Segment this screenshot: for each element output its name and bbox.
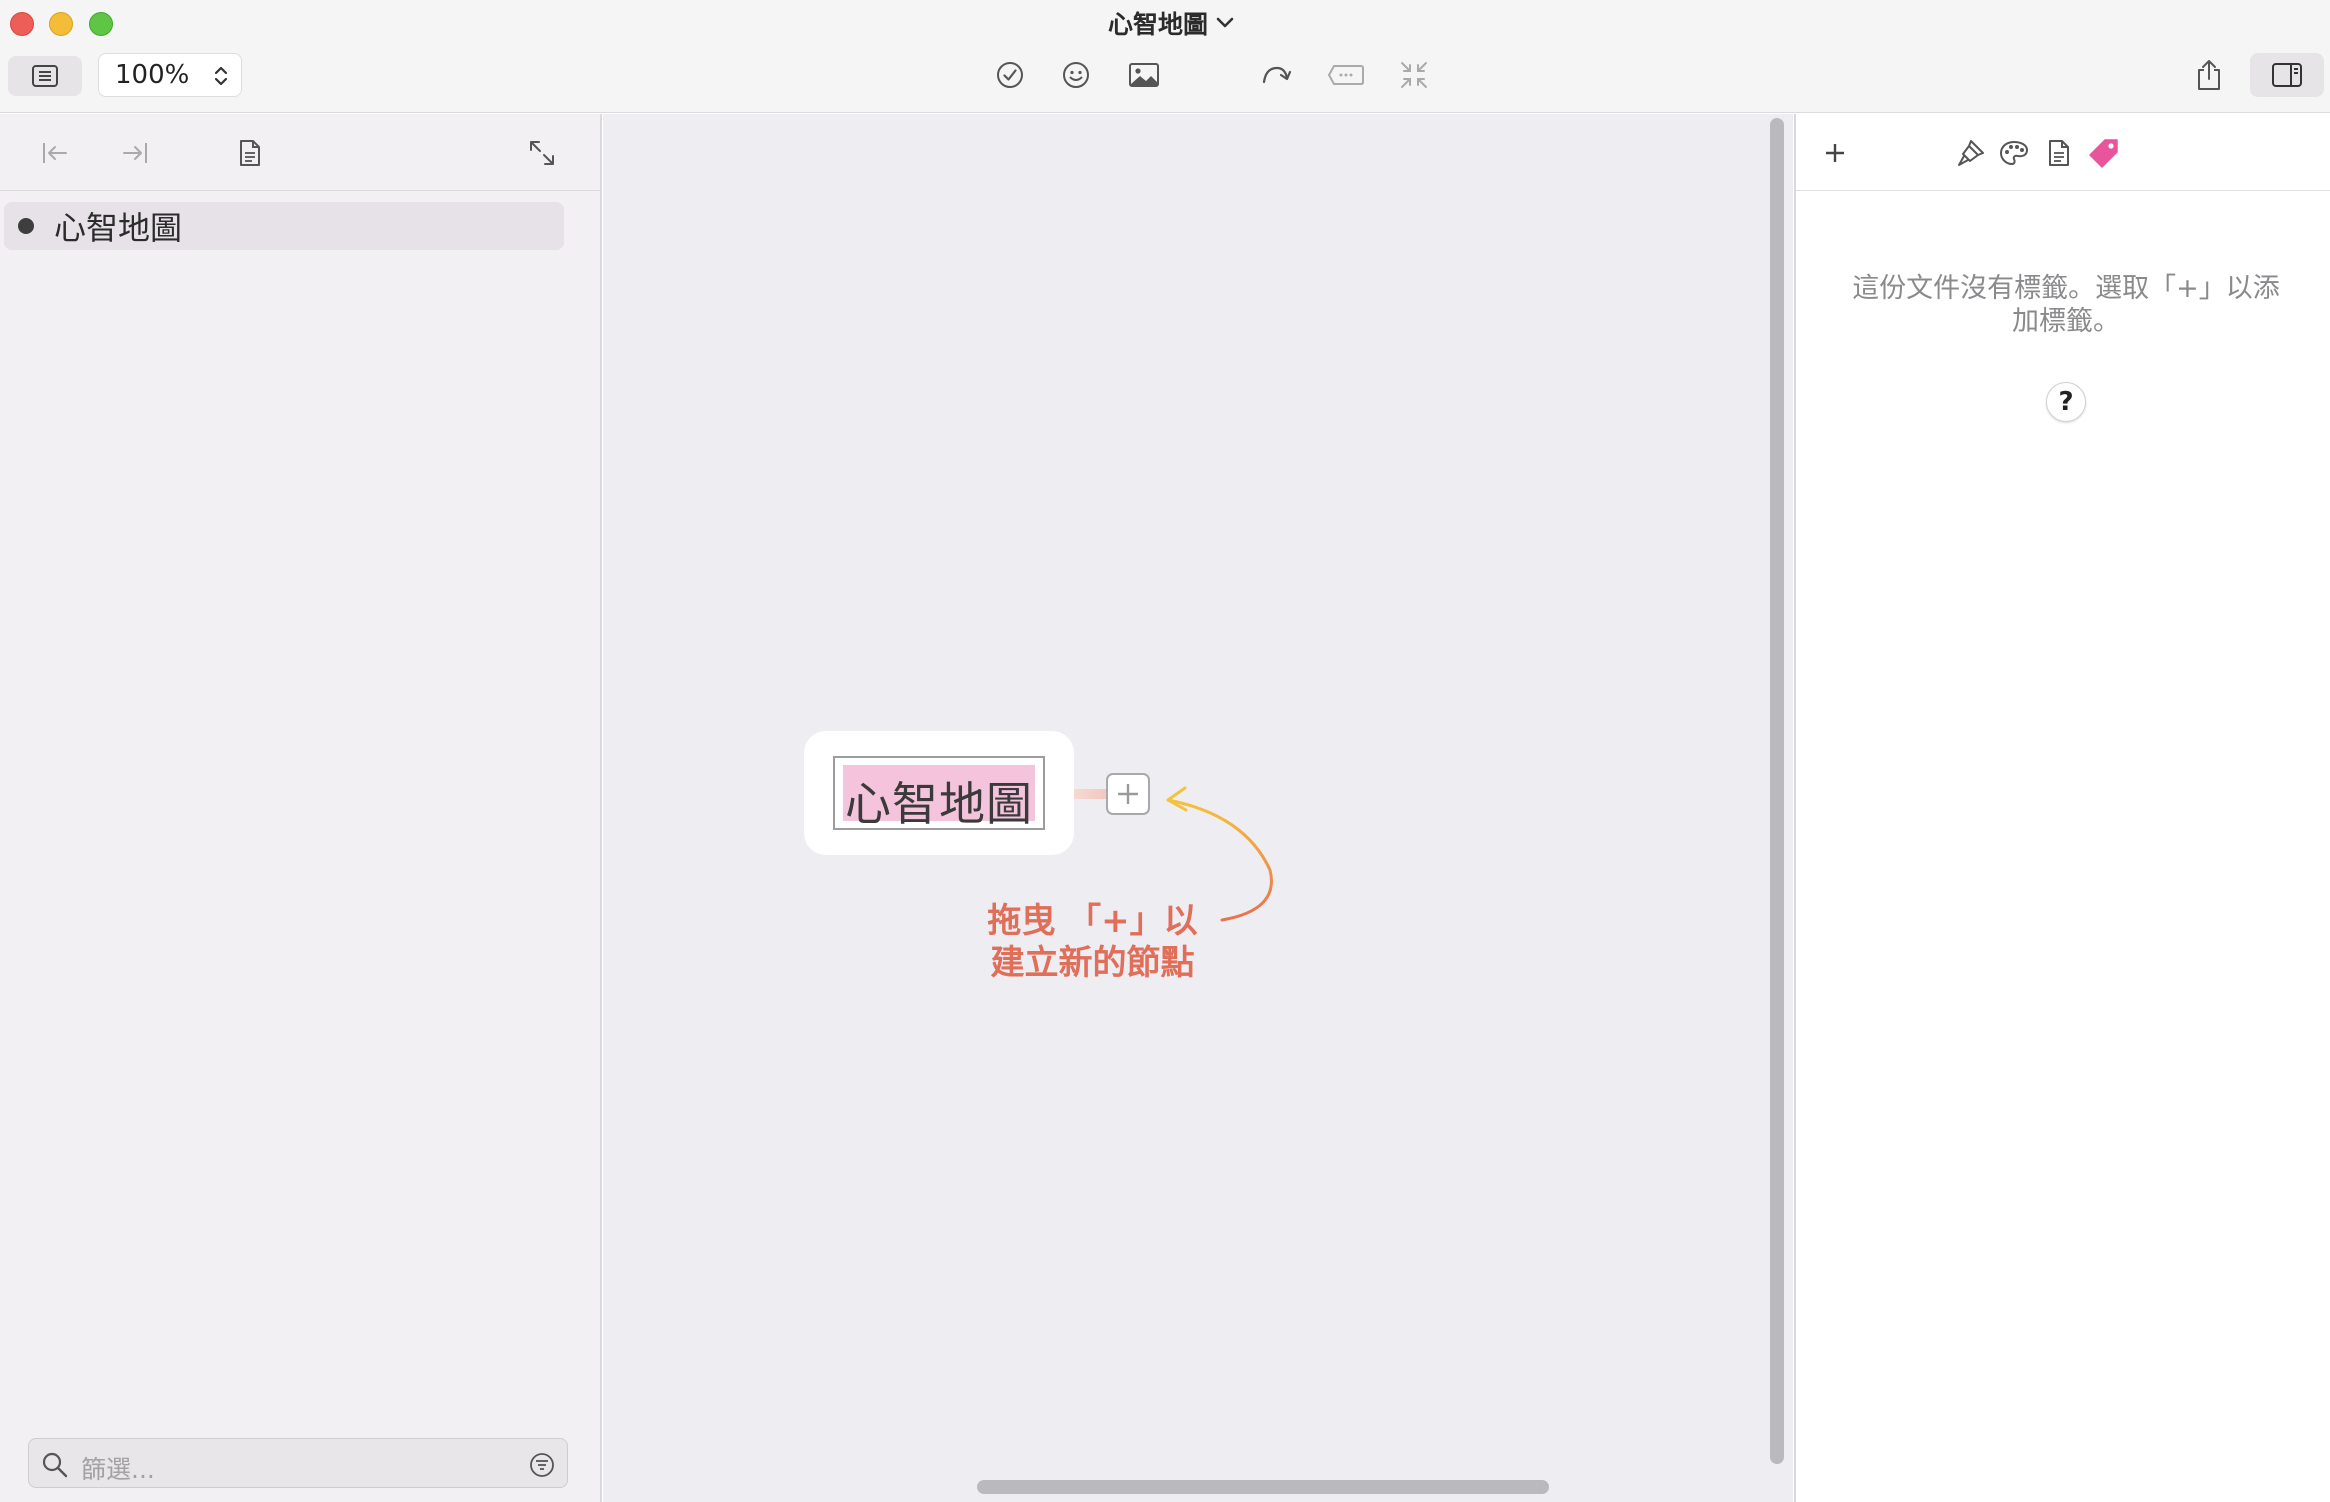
image-icon <box>1129 63 1159 87</box>
indent-icon <box>123 143 147 163</box>
plus-icon <box>1826 144 1844 162</box>
share-icon <box>2198 60 2220 90</box>
collapse-icon <box>1401 62 1427 88</box>
outline-view-icon <box>32 65 58 87</box>
outdent-button[interactable] <box>38 136 72 170</box>
tab-tags[interactable] <box>2087 136 2121 170</box>
search-icon <box>42 1452 68 1478</box>
close-window-button[interactable] <box>10 12 34 36</box>
relationship-button[interactable] <box>1258 58 1294 92</box>
callout-icon <box>1327 65 1364 85</box>
sidebar-panel-icon <box>2272 63 2302 87</box>
help-button[interactable]: ? <box>2046 382 2086 422</box>
maximize-window-button[interactable] <box>89 12 113 36</box>
title-bar: 心智地圖 100% <box>0 0 2330 113</box>
node-connector <box>1074 789 1106 799</box>
tag-icon <box>2089 139 2118 168</box>
root-node-label[interactable]: 心智地圖 <box>835 768 1043 834</box>
callout-button[interactable] <box>1326 58 1366 92</box>
redo-arrow-icon <box>1262 66 1292 84</box>
palette-icon <box>1999 140 2029 166</box>
filter-field[interactable]: 篩選... <box>28 1438 568 1488</box>
chevron-down-icon <box>1216 17 1234 28</box>
vertical-scrollbar[interactable] <box>1770 118 1784 1464</box>
outdent-icon <box>43 143 67 163</box>
expand-icon <box>530 141 554 165</box>
inspector-panel: 這份文件沒有標籤。選取「+」以添加標籤。 ? <box>1794 114 2330 1502</box>
zoom-value: 100% <box>115 60 190 90</box>
outline-view-button[interactable] <box>8 56 82 96</box>
stepper-arrows-icon[interactable] <box>213 64 229 88</box>
task-button[interactable] <box>993 58 1027 92</box>
share-button[interactable] <box>2192 56 2226 94</box>
sidebar-toolbar <box>0 114 600 191</box>
checkmark-circle-icon <box>997 62 1023 88</box>
zoom-stepper[interactable]: 100% <box>98 53 242 97</box>
no-tags-message: 這份文件沒有標籤。選取「+」以添加標籤。 <box>1852 273 2280 337</box>
smiley-icon <box>1063 62 1089 88</box>
notes-button[interactable] <box>233 136 267 170</box>
filter-placeholder: 篩選... <box>81 1455 155 1484</box>
emoji-button[interactable] <box>1059 58 1093 92</box>
indent-button[interactable] <box>118 136 152 170</box>
brush-icon <box>1958 140 1984 166</box>
document-icon <box>240 140 260 166</box>
add-tag-button[interactable] <box>1818 136 1852 170</box>
tab-style[interactable] <box>1954 136 1988 170</box>
add-node-button[interactable] <box>1106 773 1150 815</box>
filter-options-icon[interactable] <box>529 1452 555 1478</box>
toggle-inspector-button[interactable] <box>2250 53 2324 97</box>
image-button[interactable] <box>1126 58 1162 92</box>
outline-item-label: 心智地圖 <box>54 209 183 247</box>
document-icon <box>2049 140 2069 166</box>
horizontal-scrollbar[interactable] <box>977 1480 1549 1494</box>
hint-line-1: 拖曳 「+」以 <box>987 901 1198 941</box>
window-title-label: 心智地圖 <box>1108 10 1209 39</box>
tab-theme[interactable] <box>1997 136 2031 170</box>
minimize-window-button[interactable] <box>49 12 73 36</box>
outline-item[interactable]: 心智地圖 <box>4 202 564 250</box>
tab-document[interactable] <box>2042 136 2076 170</box>
expand-button[interactable] <box>525 136 559 170</box>
window-title[interactable]: 心智地圖 <box>1108 6 1234 40</box>
inspector-toolbar <box>1796 114 2330 191</box>
plus-icon <box>1118 784 1138 804</box>
collapse-button[interactable] <box>1396 58 1432 92</box>
outline-sidebar: 心智地圖 篩選... <box>0 114 602 1502</box>
drag-hint-text: 拖曳 「+」以 建立新的節點 <box>940 900 1245 984</box>
bullet-icon <box>18 218 34 234</box>
hint-line-2: 建立新的節點 <box>990 943 1195 983</box>
root-node[interactable]: 心智地圖 <box>833 756 1045 831</box>
